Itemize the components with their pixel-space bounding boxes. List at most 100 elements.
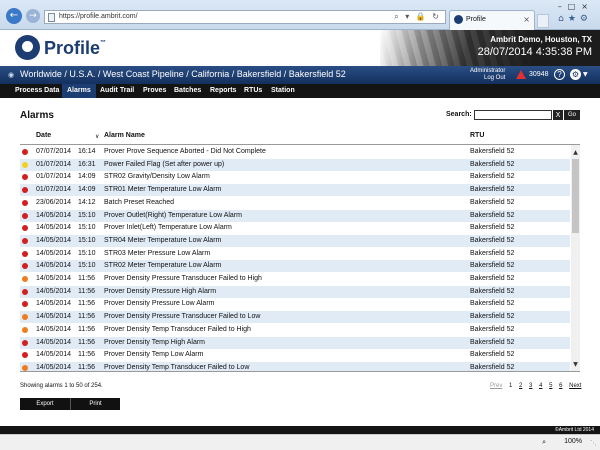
alarm-name: STR02 Meter Temperature Low Alarm <box>104 262 222 270</box>
table-row[interactable]: 14/05/2014 11:56 Prover Density Pressure L… <box>20 298 570 310</box>
sort-desc-icon[interactable]: ∨ <box>95 133 99 140</box>
menu-item-rtus[interactable]: RTUs <box>239 84 267 98</box>
export-button[interactable]: Export <box>20 398 70 410</box>
table-row[interactable]: 14/05/2014 15:10 STR02 Meter Temperature L… <box>20 260 570 273</box>
scroll-thumb[interactable] <box>572 159 579 233</box>
table-row[interactable]: 14/05/2014 11:56 Prover Density Temp Low A… <box>20 349 570 361</box>
alarm-name: Prover Prove Sequence Aborted - Did Not … <box>104 148 266 155</box>
pagination-page[interactable]: 5 <box>549 383 552 389</box>
print-button[interactable]: Print <box>70 398 120 410</box>
pagination-next[interactable]: Next <box>569 383 581 389</box>
alarm-date: 14/05/2014 <box>36 325 72 333</box>
alarm-name: Prover Density Temp Transducer Failed to… <box>104 363 250 371</box>
help-icon[interactable]: ? <box>554 69 565 80</box>
status-dot-icon <box>22 212 28 219</box>
alarm-count[interactable]: 30948 <box>529 71 548 78</box>
address-url[interactable]: https://profile.ambrit.com/ <box>59 13 138 20</box>
back-arrow-icon[interactable]: ← <box>6 8 22 24</box>
table-row[interactable]: 14/05/2014 11:56 Prover Density Pressure T… <box>20 273 570 285</box>
pagination-prev[interactable]: Prev <box>490 383 502 389</box>
date-time: 28/07/2014 4:35:38 PM <box>477 46 592 58</box>
alarm-name: Prover Density Temp Low Alarm <box>104 351 204 359</box>
window-controls-icon[interactable]: –□× <box>558 2 594 11</box>
pagination-page[interactable]: 3 <box>529 383 532 389</box>
pagination-page[interactable]: 4 <box>539 383 542 389</box>
new-tab-button[interactable] <box>537 14 549 28</box>
alarm-name: Prover Density Pressure Transducer Faile… <box>104 313 261 321</box>
table-row[interactable]: 07/07/2014 16:14 Prover Prove Sequence Abo… <box>20 146 570 158</box>
browser-tab[interactable]: Profile × <box>449 10 535 30</box>
alarm-time: 16:14 <box>78 148 96 155</box>
search-input[interactable] <box>474 110 552 120</box>
menu-item-audit-trail[interactable]: Audit Trail <box>95 84 139 98</box>
column-alarm-name[interactable]: Alarm Name <box>104 132 145 139</box>
status-dot-icon <box>22 187 28 194</box>
breadcrumb[interactable]: Worldwide / U.S.A. / West Coast Pipeline… <box>20 69 346 79</box>
forward-arrow-icon[interactable]: → <box>26 9 40 23</box>
table-row[interactable]: 14/05/2014 11:56 Prover Density Pressure H… <box>20 285 570 298</box>
table-row[interactable]: 23/06/2014 14:12 Batch Preset Reached Baker… <box>20 197 570 209</box>
table-row[interactable]: 01/07/2014 14:09 STR01 Meter Temperature L… <box>20 184 570 197</box>
table-header: Date ∨ Alarm Name RTU <box>20 130 580 144</box>
menu-item-process-data[interactable]: Process Data <box>10 84 64 98</box>
zoom-icon[interactable]: ⌕ <box>542 438 546 447</box>
alarm-rtu: Bakersfield 52 <box>470 236 515 244</box>
location-pin-icon[interactable]: ◉ <box>8 71 14 79</box>
pagination-page[interactable]: 6 <box>559 383 562 389</box>
showing-summary: Showing alarms 1 to 50 of 254. <box>20 383 103 389</box>
table-row[interactable]: 14/05/2014 15:10 Prover Inlet(Left) Temper… <box>20 222 570 234</box>
gear-icon[interactable]: ⚙ <box>570 69 581 80</box>
alarm-date: 14/05/2014 <box>36 313 72 321</box>
resize-grip-icon[interactable]: ⋱ <box>590 439 597 447</box>
status-dot-icon <box>22 250 28 257</box>
alarm-name: STR01 Meter Temperature Low Alarm <box>104 186 222 194</box>
column-date[interactable]: Date <box>36 132 51 139</box>
column-rtu[interactable]: RTU <box>470 132 484 139</box>
status-dot-icon <box>22 364 28 371</box>
table-row[interactable]: 01/07/2014 16:31 Power Failed Flag (Set af… <box>20 158 570 171</box>
table-row[interactable]: 14/05/2014 15:10 STR04 Meter Temperature L… <box>20 234 570 247</box>
logout-link[interactable]: Log Out <box>470 75 505 82</box>
alarm-rtu: Bakersfield 52 <box>470 325 515 333</box>
zoom-level[interactable]: 100% <box>564 438 582 445</box>
menu-item-batches[interactable]: Batches <box>169 84 206 98</box>
alarm-date: 14/05/2014 <box>36 224 72 232</box>
chevron-down-icon[interactable]: ▼ <box>583 71 588 78</box>
menu-item-station[interactable]: Station <box>266 84 300 98</box>
alarm-date: 14/05/2014 <box>36 262 72 270</box>
table-row[interactable]: 14/05/2014 11:56 Prover Density Temp Trans… <box>20 361 570 371</box>
menu-item-proves[interactable]: Proves <box>138 84 171 98</box>
alarm-time: 11:56 <box>78 300 95 308</box>
alarm-time: 15:10 <box>78 262 96 270</box>
alarm-date: 01/07/2014 <box>36 160 72 168</box>
browser-tool-icons[interactable]: ⌂★⚙ <box>558 14 592 24</box>
alarm-rtu: Bakersfield 52 <box>470 211 515 219</box>
table-row[interactable]: 14/05/2014 11:56 Prover Density Pressure T… <box>20 311 570 324</box>
pagination-page[interactable]: 1 <box>509 383 512 389</box>
table-scrollbar[interactable]: ▲ ▼ <box>571 145 580 371</box>
clear-search-button[interactable]: X <box>553 110 563 120</box>
alarms-table: 07/07/2014 16:14 Prover Prove Sequence Abo… <box>20 144 580 372</box>
alarm-rtu: Bakersfield 52 <box>470 249 515 257</box>
address-actions-icon[interactable]: ⌕ ▾ 🔒 ↻ <box>394 12 441 22</box>
alarm-date: 14/05/2014 <box>36 338 72 346</box>
table-row[interactable]: 14/05/2014 11:56 Prover Density Temp Trans… <box>20 324 570 336</box>
alarm-warning-icon[interactable] <box>516 70 526 79</box>
address-bar[interactable]: https://profile.ambrit.com/ ⌕ ▾ 🔒 ↻ <box>44 10 446 24</box>
alarm-name: Prover Density Pressure Low Alarm <box>104 300 215 308</box>
menu-item-reports[interactable]: Reports <box>205 84 241 98</box>
alarm-time: 16:31 <box>78 160 96 168</box>
table-row[interactable]: 14/05/2014 15:10 Prover Outlet(Right) Temp… <box>20 209 570 222</box>
search-label: Search: <box>446 111 472 118</box>
table-row[interactable]: 14/05/2014 11:56 Prover Density Temp High … <box>20 336 570 349</box>
menu-item-alarms[interactable]: Alarms <box>62 84 96 98</box>
go-button[interactable]: Go <box>564 110 580 120</box>
scroll-down-icon[interactable]: ▼ <box>571 361 580 369</box>
scroll-up-icon[interactable]: ▲ <box>571 149 580 157</box>
table-row[interactable]: 01/07/2014 14:09 STR02 Gravity/Density Low… <box>20 171 570 183</box>
close-tab-icon[interactable]: × <box>523 15 530 24</box>
alarm-name: STR03 Meter Pressure Low Alarm <box>104 249 211 257</box>
table-row[interactable]: 14/05/2014 15:10 STR03 Meter Pressure Low … <box>20 248 570 260</box>
alarm-name: Prover Inlet(Left) Temperature Low Alarm <box>104 224 232 232</box>
pagination-page[interactable]: 2 <box>519 383 522 389</box>
